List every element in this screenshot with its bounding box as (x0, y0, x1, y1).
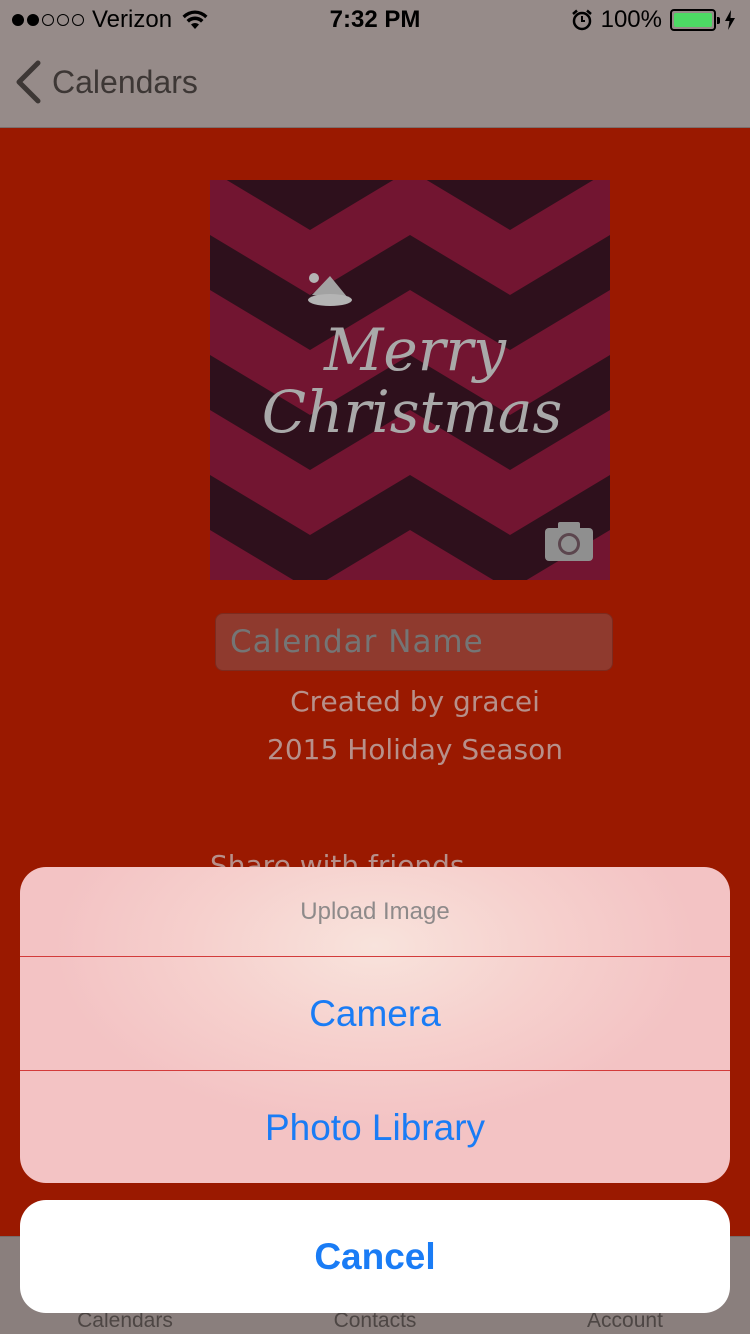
chevron-left-icon (16, 60, 41, 104)
season-label: 2015 Holiday Season (267, 733, 563, 766)
calendar-name-input[interactable] (215, 613, 613, 671)
action-sheet-title: Upload Image (300, 898, 450, 925)
created-by-label: Created by gracei (290, 685, 540, 718)
cover-title-line2: Christmas (262, 378, 562, 446)
back-label: Calendars (52, 63, 198, 100)
calendar-cover-image[interactable]: Merry Christmas (210, 180, 610, 580)
photo-library-option-button[interactable]: Photo Library (20, 1071, 730, 1183)
cancel-button[interactable]: Cancel (20, 1200, 730, 1313)
alarm-icon (571, 9, 592, 31)
status-bar: Verizon 7:32 PM 100% (0, 0, 750, 40)
navigation-bar: Calendars (0, 40, 750, 128)
cover-title-line1: Merry (323, 316, 507, 384)
camera-icon[interactable] (544, 520, 594, 562)
status-right: 100% (571, 6, 736, 34)
upload-image-action-sheet: Upload Image Camera Photo Library (20, 867, 730, 1183)
charging-bolt-icon (725, 10, 735, 30)
camera-option-button[interactable]: Camera (20, 957, 730, 1070)
battery-percent: 100% (600, 6, 662, 33)
battery-icon (670, 9, 720, 31)
back-button[interactable]: Calendars (14, 60, 198, 104)
